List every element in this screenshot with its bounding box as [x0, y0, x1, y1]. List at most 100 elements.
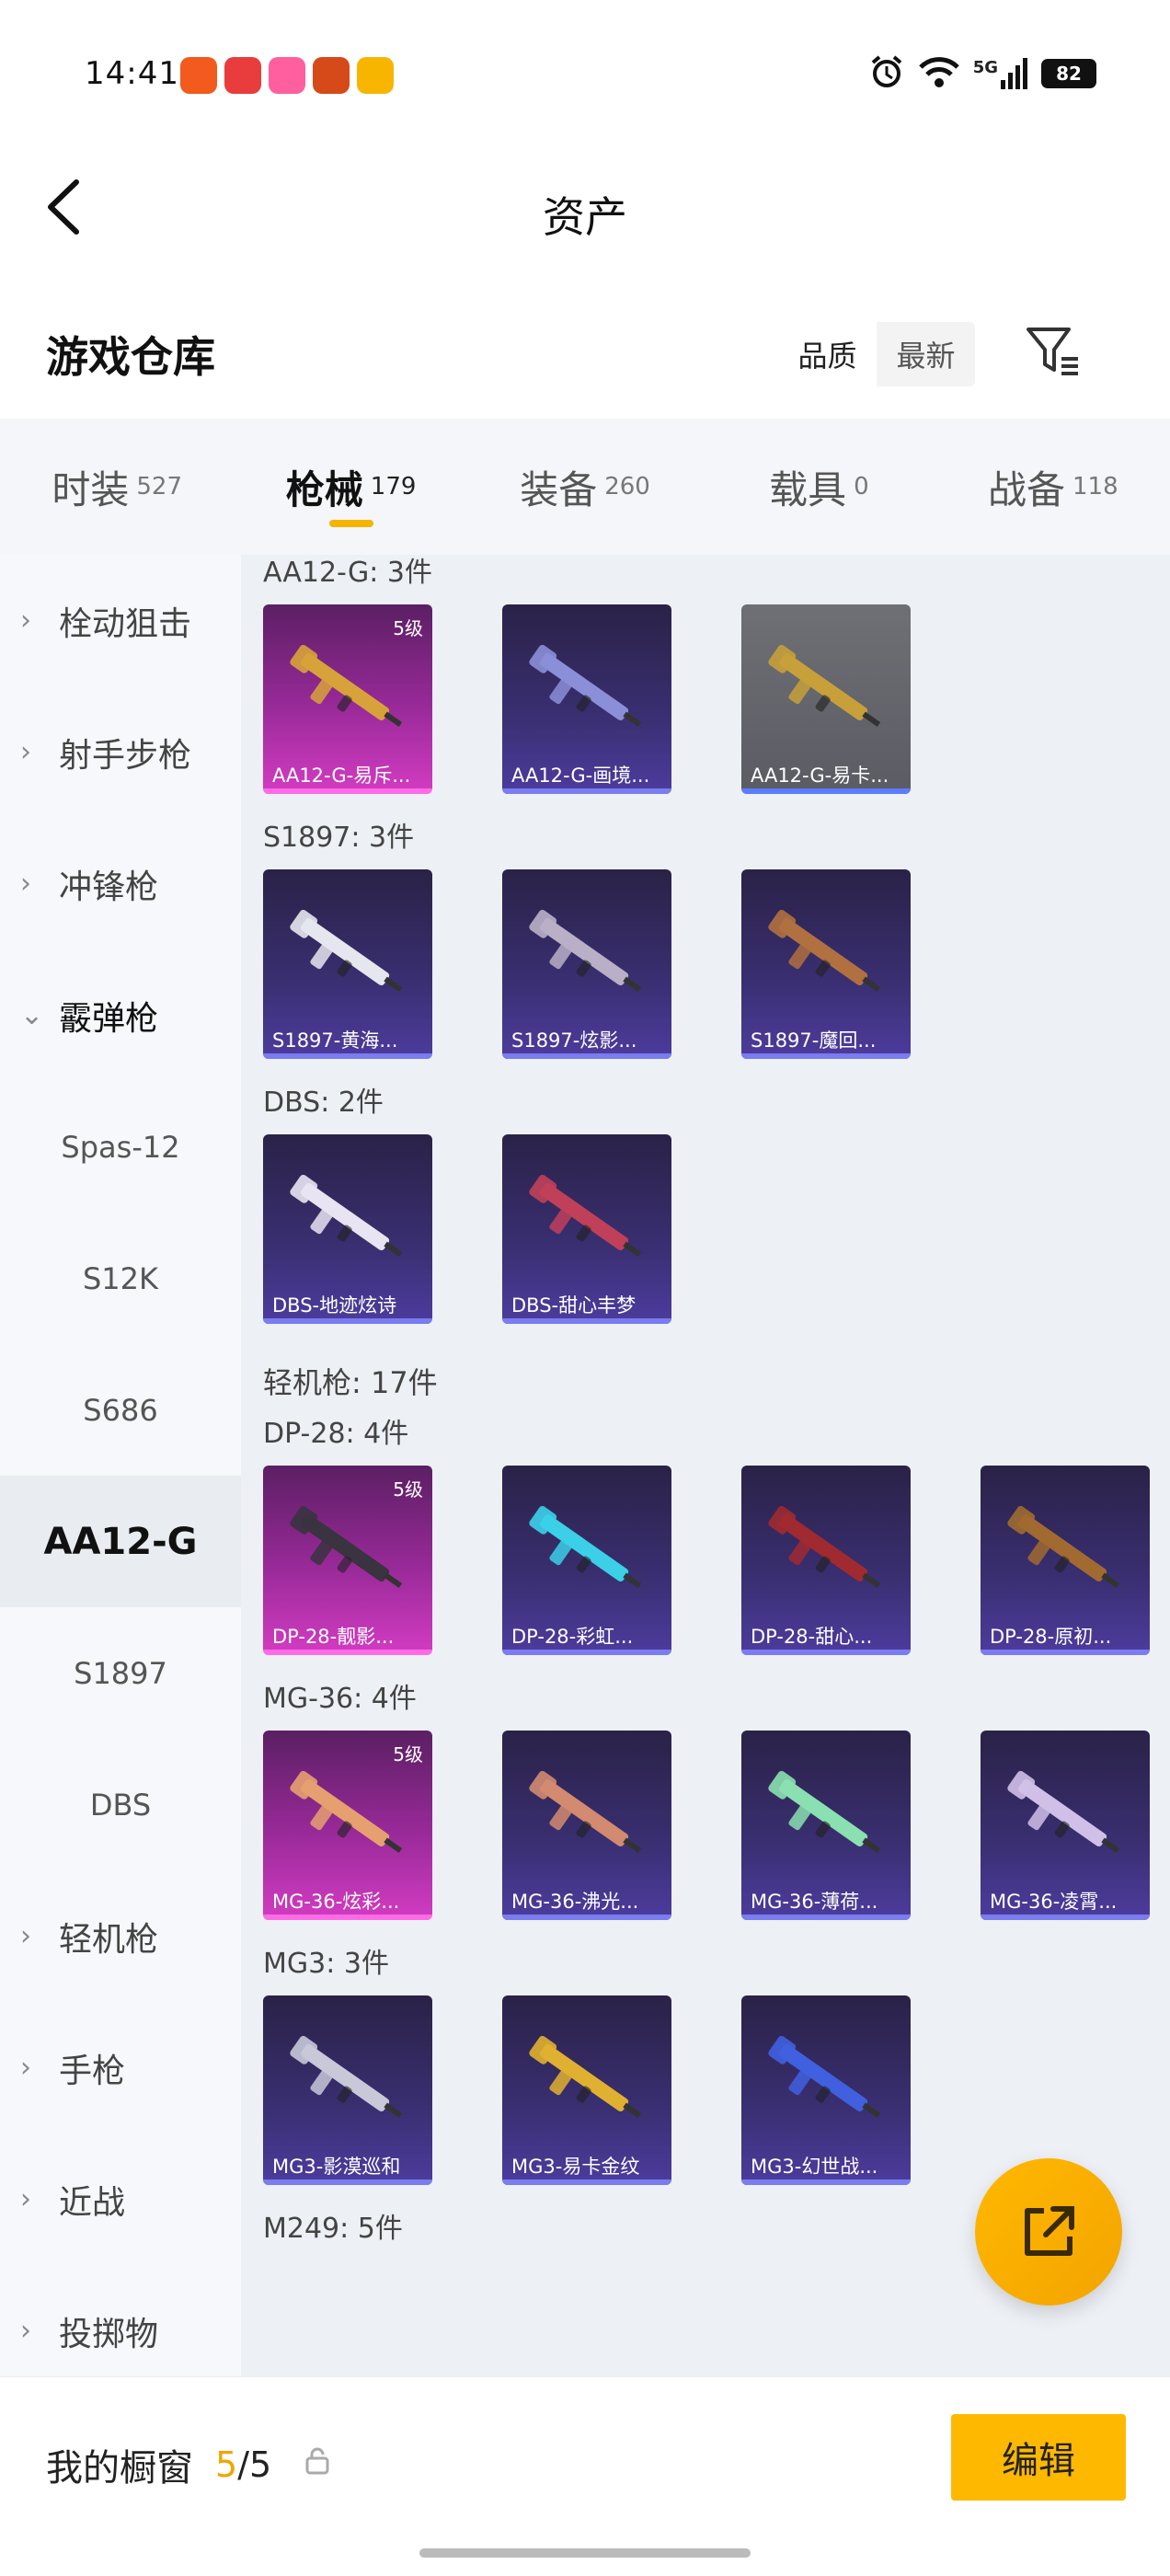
item-card[interactable]: AA12-G-画境...	[502, 604, 671, 794]
tab-label: 战备	[988, 466, 1066, 512]
item-card[interactable]: MG3-幻世战...	[741, 1995, 911, 2185]
chevron-right-icon: ›	[20, 604, 31, 637]
chevron-right-icon: ›	[20, 735, 31, 768]
rarity-bar	[502, 1318, 671, 1324]
status-bar: 14:41 5G 82	[0, 0, 1170, 138]
item-name: MG-36-凌霄...	[990, 1891, 1118, 1913]
sidebar-item[interactable]: › 冲锋枪	[0, 818, 241, 949]
chevron-down-icon: ⌄	[20, 998, 44, 1031]
battery-icon: 82	[1041, 59, 1096, 88]
sidebar-item[interactable]: S686	[0, 1344, 241, 1476]
app-icon-5	[357, 57, 394, 94]
warehouse-header: 游戏仓库 品质 最新	[0, 294, 1170, 414]
sidebar-item-label: 投掷物	[59, 2315, 159, 2353]
item-card[interactable]: S1897-魔回...	[741, 869, 911, 1059]
item-name: MG3-幻世战...	[751, 2156, 878, 2178]
chevron-right-icon: ›	[20, 2182, 31, 2215]
weapon-icon	[290, 1505, 403, 1589]
item-grid: AA12-G: 3件 5级 AA12-G-易斥... AA12-G-画境... AA12…	[241, 555, 1170, 2376]
top-nav-bar: 资产	[0, 138, 1170, 276]
rarity-bar	[741, 1053, 911, 1059]
item-name: DP-28-甜心...	[751, 1626, 873, 1648]
sidebar-item[interactable]: ⌄ 霰弹枪	[0, 949, 241, 1081]
item-card[interactable]: MG3-影漠巡和	[263, 1995, 432, 2185]
item-card[interactable]: AA12-G-易卡...	[741, 604, 911, 794]
item-group: S1897: 3件 S1897-黄海... S1897-炫影... S1897-魔回.…	[241, 820, 1170, 1085]
category-tabs: 时装 527 枪械 179 装备 260 载具 0 战备 118	[0, 419, 1170, 555]
sidebar-item-label: 射手步枪	[59, 736, 192, 775]
sidebar-item[interactable]: › 手枪	[0, 2002, 241, 2133]
weapon-icon	[529, 1174, 642, 1258]
share-button[interactable]	[975, 2158, 1122, 2306]
filter-button[interactable]	[1023, 320, 1084, 381]
system-icons: 5G 82	[868, 53, 1096, 94]
warehouse-title: 游戏仓库	[46, 332, 215, 382]
sidebar-item[interactable]: Spas-12	[0, 1081, 241, 1213]
item-card[interactable]: MG-36-凌霄...	[981, 1731, 1150, 1920]
wifi-icon	[918, 54, 960, 93]
item-card[interactable]: 5级 AA12-G-易斥...	[263, 604, 432, 794]
item-card[interactable]: S1897-炫影...	[502, 869, 671, 1059]
sidebar-item[interactable]: S12K	[0, 1213, 241, 1344]
item-card[interactable]: MG-36-薄荷...	[741, 1731, 911, 1920]
sidebar-item[interactable]: › 栓动狙击	[0, 555, 241, 686]
sidebar-item[interactable]: › 射手步枪	[0, 686, 241, 818]
showcase-info: 我的橱窗 5/5	[46, 2438, 330, 2491]
weapon-icon	[529, 1770, 642, 1854]
sidebar-item-label: 近战	[59, 2183, 126, 2222]
item-card[interactable]: MG-36-沸光...	[502, 1731, 671, 1920]
item-level-badge: 5级	[393, 617, 423, 639]
weapon-icon	[290, 644, 403, 728]
sort-option-quality[interactable]: 品质	[778, 322, 877, 386]
external-link-icon	[1025, 2206, 1074, 2256]
sidebar-item[interactable]: S1897	[0, 1607, 241, 1739]
item-card[interactable]: DBS-甜心丰梦	[502, 1134, 671, 1324]
sort-option-latest[interactable]: 最新	[877, 322, 975, 386]
tab-equipment[interactable]: 装备 260	[468, 419, 702, 555]
tab-fashion[interactable]: 时装 527	[0, 419, 234, 555]
tab-count: 179	[370, 473, 417, 500]
sidebar-item[interactable]: DBS	[0, 1739, 241, 1870]
sidebar-item-label: Spas-12	[61, 1129, 180, 1165]
item-card[interactable]: DP-28-甜心...	[741, 1466, 911, 1655]
weapon-icon	[1007, 1770, 1120, 1854]
tab-firearms[interactable]: 枪械 179	[234, 419, 467, 555]
item-card[interactable]: 5级 MG-36-炫彩...	[263, 1731, 432, 1920]
tab-label: 载具	[769, 466, 847, 512]
item-card[interactable]: DP-28-彩虹...	[502, 1466, 671, 1655]
signal-icon: 5G	[973, 58, 1028, 89]
weapon-icon	[290, 1174, 403, 1258]
item-card[interactable]: 5级 DP-28-靓影...	[263, 1466, 432, 1655]
rarity-bar	[263, 1318, 432, 1324]
notification-app-icons	[180, 57, 394, 94]
item-card[interactable]: DBS-地迹炫诗	[263, 1134, 432, 1324]
item-level-badge: 5级	[393, 1478, 423, 1501]
item-level-badge: 5级	[393, 1743, 423, 1765]
app-icon-4	[313, 57, 350, 94]
group-title: DBS: 2件	[263, 1087, 384, 1119]
tab-count: 260	[604, 473, 650, 500]
weapon-icon	[290, 909, 403, 993]
weapon-icon	[768, 909, 881, 993]
chevron-right-icon: ›	[20, 2051, 31, 2084]
tab-supplies[interactable]: 战备 118	[936, 419, 1170, 555]
item-name: MG3-影漠巡和	[272, 2156, 401, 2178]
edit-button[interactable]: 编辑	[951, 2414, 1126, 2501]
sidebar-item[interactable]: › 轻机枪	[0, 1870, 241, 2002]
sort-toggle: 品质 最新	[778, 322, 975, 386]
item-group: DBS: 2件 DBS-地迹炫诗 DBS-甜心丰梦	[241, 1085, 1170, 1350]
item-card[interactable]: DP-28-原初...	[981, 1466, 1150, 1655]
weapon-icon	[768, 2035, 881, 2119]
tab-count: 118	[1072, 473, 1118, 500]
sidebar-item[interactable]: AA12-G	[0, 1476, 241, 1607]
showcase-count-current: 5	[215, 2444, 238, 2485]
item-card[interactable]: MG3-易卡金纹	[502, 1995, 671, 2185]
item-card[interactable]: S1897-黄海...	[263, 869, 432, 1059]
item-name: AA12-G-画境...	[511, 765, 650, 787]
tab-vehicles[interactable]: 载具 0	[702, 419, 935, 555]
sidebar-item[interactable]: › 近战	[0, 2133, 241, 2265]
chevron-right-icon: ›	[20, 2314, 31, 2347]
showcase-count-total: /5	[237, 2444, 272, 2485]
rarity-bar	[263, 1053, 432, 1059]
rarity-bar	[502, 1053, 671, 1059]
